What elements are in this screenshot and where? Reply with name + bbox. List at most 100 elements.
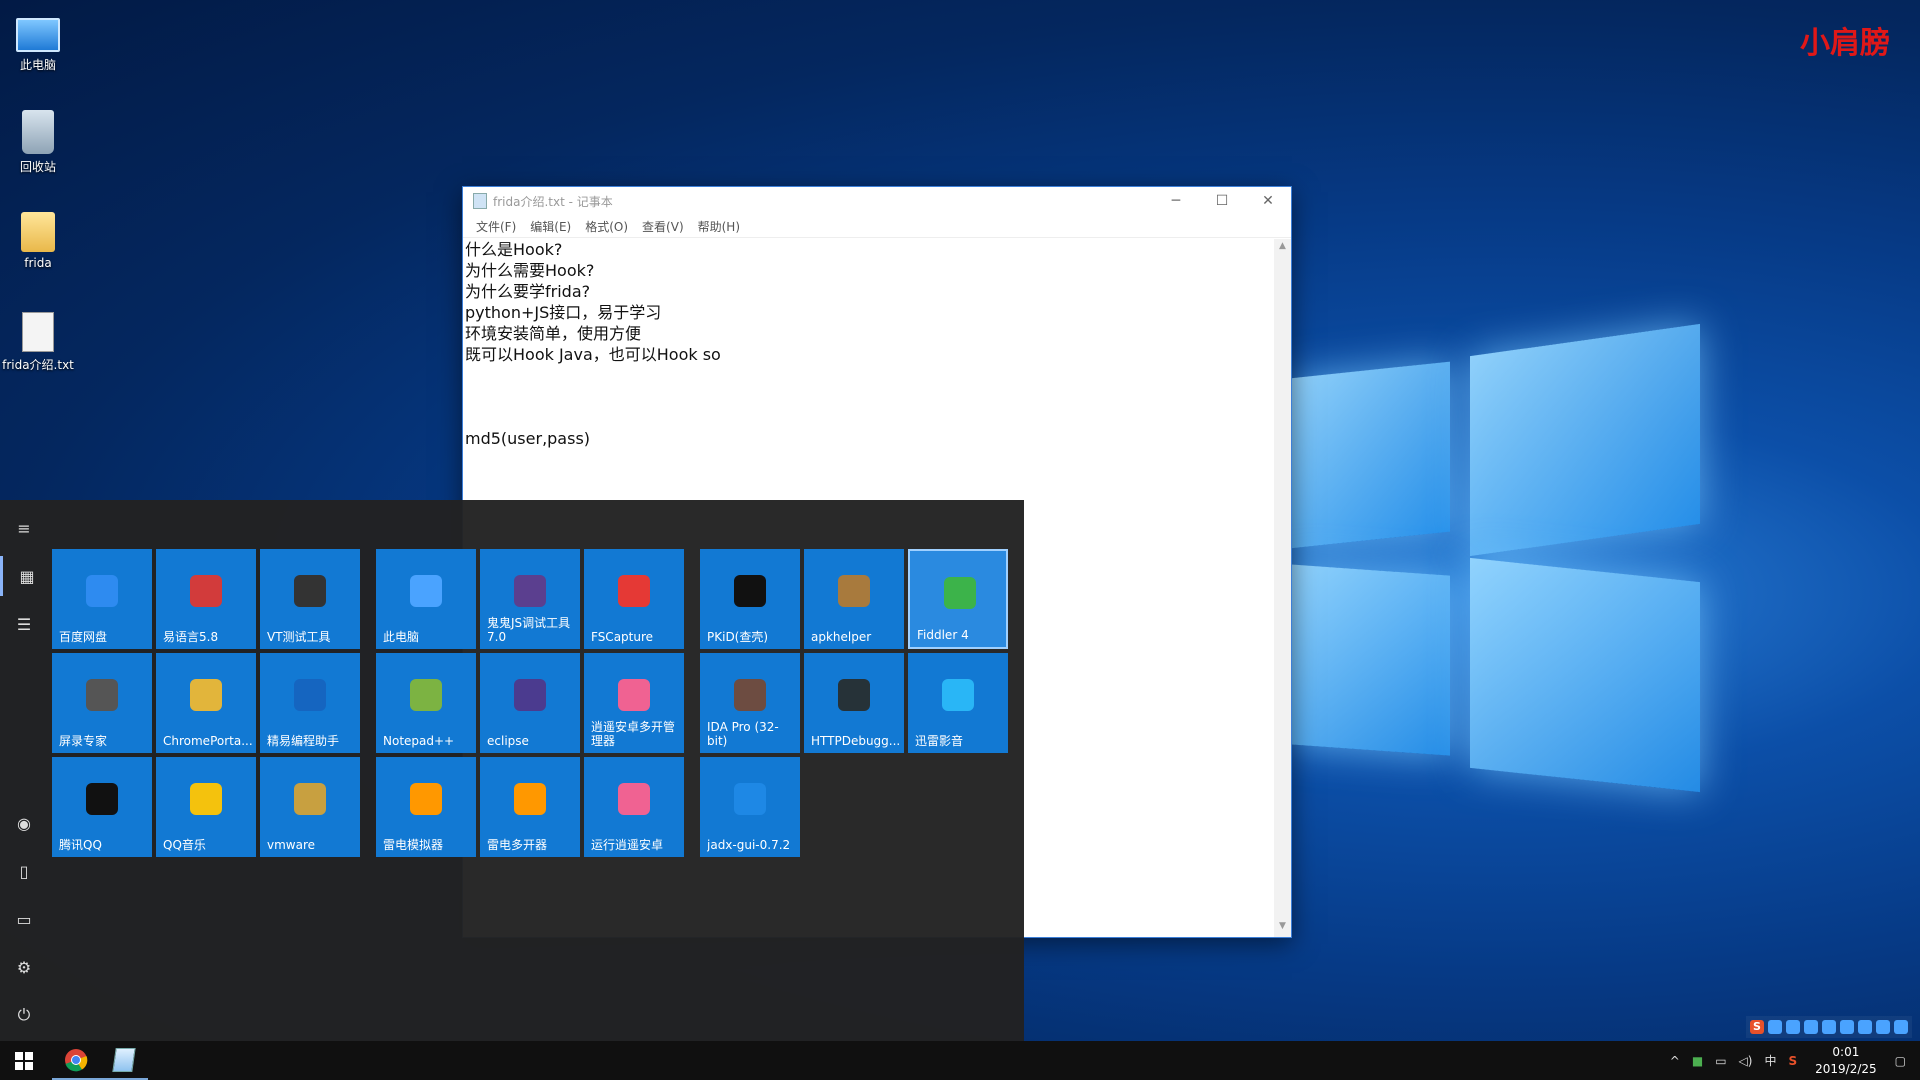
user-account-icon[interactable]: ◉ (0, 803, 48, 843)
tile-ida[interactable]: IDA Pro (32-bit) (700, 653, 800, 753)
desktop-icon-label: frida (24, 256, 52, 270)
xiaoyao-icon (618, 679, 650, 711)
taskbar-notepad-button[interactable] (100, 1041, 148, 1080)
menu-help[interactable]: 帮助(H) (691, 215, 747, 237)
tile-box[interactable]: apkhelper (804, 549, 904, 649)
tile-notepad-plus[interactable]: Notepad++ (376, 653, 476, 753)
volume-icon[interactable]: ◁) (1739, 1054, 1753, 1068)
ime-tools-icon[interactable] (1894, 1020, 1908, 1034)
window-title: frida介绍.txt - 记事本 (493, 194, 613, 209)
tile-label: Fiddler 4 (917, 628, 969, 642)
notepad-icon (112, 1047, 136, 1072)
ime-user-icon[interactable] (1858, 1020, 1872, 1034)
tile-label: PKiD(查壳) (707, 630, 769, 644)
title-bar[interactable]: frida介绍.txt - 记事本 ─ ☐ ✕ (463, 187, 1291, 215)
ime-indicator[interactable]: 中 (1764, 1052, 1776, 1069)
ime-punctuation-icon[interactable] (1786, 1020, 1800, 1034)
tile-xiaoyao[interactable]: 逍遥安卓多开管理器 (584, 653, 684, 753)
sogou-ime-icon[interactable]: S (1750, 1020, 1764, 1034)
baidu-netdisk-icon (86, 575, 118, 607)
menu-file[interactable]: 文件(F) (469, 215, 523, 237)
show-hidden-icons-chevron-icon[interactable]: ^ (1670, 1054, 1680, 1068)
start-menu-rail: ≡ ▦ ☰ ◉ ▯ ▭ ⚙ ⏻ (0, 500, 48, 1041)
tile-label: 百度网盘 (59, 630, 108, 644)
sogou-tray-icon[interactable]: S (1788, 1054, 1797, 1068)
tile-chrome[interactable]: ChromePorta... (156, 653, 256, 753)
vertical-scrollbar[interactable]: ▲ ▼ (1274, 239, 1291, 937)
wechat-tray-icon[interactable]: ■ (1692, 1054, 1703, 1068)
menu-format[interactable]: 格式(O) (578, 215, 635, 237)
documents-icon[interactable]: ▯ (0, 851, 48, 891)
tile-eclipse[interactable]: eclipse (480, 653, 580, 753)
scroll-up-icon[interactable]: ▲ (1274, 241, 1291, 255)
clock[interactable]: 0:01 2019/2/25 (1815, 1044, 1877, 1078)
tile-label: apkhelper (811, 630, 872, 644)
tile-leidian[interactable]: 雷电模拟器 (376, 757, 476, 857)
tile-qq[interactable]: 腾讯QQ (52, 757, 152, 857)
power-icon[interactable]: ⏻ (0, 995, 48, 1035)
xunlei-player-icon (942, 679, 974, 711)
tile-fiddler[interactable]: Fiddler 4 (908, 549, 1008, 649)
taskbar-chrome-button[interactable] (52, 1041, 100, 1080)
start-button[interactable] (0, 1041, 48, 1080)
menu-edit[interactable]: 编辑(E) (523, 215, 578, 237)
tile-label: 易语言5.8 (163, 630, 219, 644)
b-icon (514, 575, 546, 607)
scroll-down-icon[interactable]: ▼ (1274, 921, 1291, 935)
all-apps-list-icon[interactable]: ☰ (0, 604, 48, 644)
desktop-icon-frida-txt[interactable]: frida介绍.txt (0, 312, 76, 373)
ida-icon (734, 679, 766, 711)
settings-gear-icon[interactable]: ⚙ (0, 947, 48, 987)
tile-label: 逍遥安卓多开管理器 (591, 720, 676, 748)
e-icon (294, 679, 326, 711)
pictures-icon[interactable]: ▭ (0, 899, 48, 939)
tile-e[interactable]: 精易编程助手 (260, 653, 360, 753)
ime-keyboard-icon[interactable] (1840, 1020, 1854, 1034)
tile-xiaoyao-run[interactable]: 运行逍遥安卓 (584, 757, 684, 857)
tile-cpu[interactable]: VT测试工具 (260, 549, 360, 649)
action-center-icon[interactable]: ▢ (1895, 1054, 1906, 1068)
desktop-icon-frida-folder[interactable]: frida (0, 212, 76, 270)
tile-leidian-multi[interactable]: 雷电多开器 (480, 757, 580, 857)
tile-label: FSCapture (591, 630, 654, 644)
tile-vmware[interactable]: vmware (260, 757, 360, 857)
qq-icon (86, 783, 118, 815)
network-icon[interactable]: ▭ (1715, 1054, 1726, 1068)
clock-time: 0:01 (1832, 1044, 1860, 1059)
tile-jadx[interactable]: jadx-gui-0.7.2 (700, 757, 800, 857)
desktop-icon-this-pc[interactable]: 此电脑 (0, 10, 76, 73)
text-line: 为什么要学frida? (465, 282, 591, 301)
notepad-icon (473, 193, 487, 209)
ime-skin-icon[interactable] (1876, 1020, 1890, 1034)
tile-label: 运行逍遥安卓 (591, 838, 664, 852)
menu-view[interactable]: 查看(V) (635, 215, 691, 237)
tile-label: 腾讯QQ (59, 838, 102, 852)
tile-label: Notepad++ (383, 734, 455, 748)
menu-bar: 文件(F) 编辑(E) 格式(O) 查看(V) 帮助(H) (463, 215, 1291, 238)
desktop-icon-recycle-bin[interactable]: 回收站 (0, 110, 76, 175)
hamburger-menu-icon[interactable]: ≡ (0, 508, 48, 548)
maximize-button[interactable]: ☐ (1199, 187, 1245, 215)
tile-label: jadx-gui-0.7.2 (707, 838, 791, 852)
tile-pkid[interactable]: PKiD(查壳) (700, 549, 800, 649)
minimize-button[interactable]: ─ (1153, 187, 1199, 215)
tile-label: 雷电多开器 (487, 838, 548, 852)
close-button[interactable]: ✕ (1245, 187, 1291, 215)
tile-fscapture[interactable]: FSCapture (584, 549, 684, 649)
tiles-view-icon[interactable]: ▦ (0, 556, 51, 596)
tile-computer[interactable]: 此电脑 (376, 549, 476, 649)
tile-qq-music[interactable]: QQ音乐 (156, 757, 256, 857)
clock-date: 2019/2/25 (1815, 1061, 1877, 1076)
windows-wallpaper-logo (1290, 323, 1710, 793)
ime-mode-icon[interactable] (1768, 1020, 1782, 1034)
ime-toolbar[interactable]: S (1746, 1016, 1912, 1038)
chrome-icon (65, 1048, 88, 1071)
tile-screen-recorder[interactable]: 屏录专家 (52, 653, 152, 753)
tile-http-debugger[interactable]: HTTPDebugg... (804, 653, 904, 753)
ime-voice-icon[interactable] (1822, 1020, 1836, 1034)
tile-eyuyan[interactable]: 易语言5.8 (156, 549, 256, 649)
tile-baidu-netdisk[interactable]: 百度网盘 (52, 549, 152, 649)
ime-emoji-icon[interactable] (1804, 1020, 1818, 1034)
tile-xunlei-player[interactable]: 迅雷影音 (908, 653, 1008, 753)
tile-b[interactable]: 鬼鬼JS调试工具7.0 (480, 549, 580, 649)
